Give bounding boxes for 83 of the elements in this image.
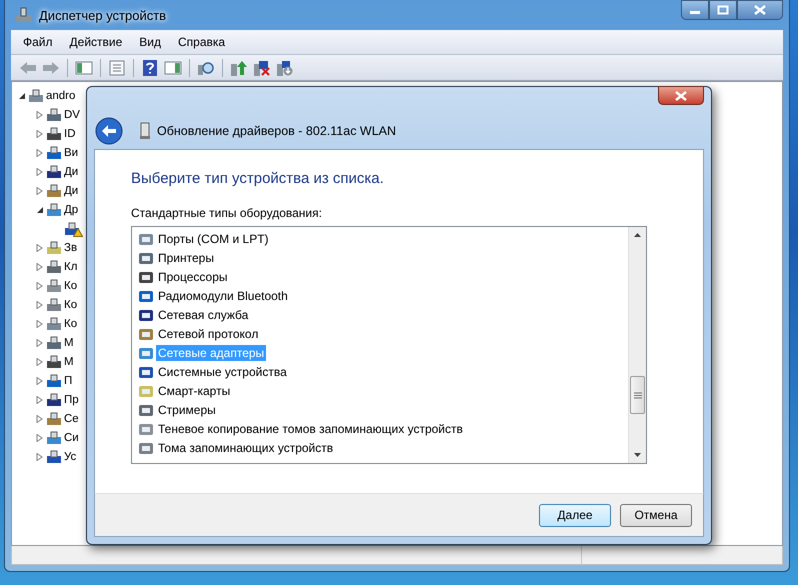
menu-item[interactable]: Действие xyxy=(70,35,122,49)
tree-item[interactable]: М xyxy=(64,336,74,348)
tree-item[interactable]: andro xyxy=(46,90,76,102)
tree-item[interactable]: М xyxy=(64,356,74,368)
list-item[interactable]: Сетевой протокол xyxy=(156,326,260,342)
list-item[interactable]: Теневое копирование томов запоминающих устройств xyxy=(156,420,465,436)
list-item[interactable]: Стримеры xyxy=(156,402,218,418)
close-button[interactable] xyxy=(737,0,783,20)
uninstall-icon[interactable] xyxy=(253,60,271,76)
list-item[interactable]: Смарт-карты xyxy=(156,382,232,398)
dialog-close-button[interactable] xyxy=(658,86,704,105)
action-pane-icon[interactable] xyxy=(164,60,182,76)
device-icon xyxy=(46,202,62,218)
back-arrow-icon[interactable] xyxy=(19,60,37,76)
update-driver-icon[interactable] xyxy=(230,60,248,76)
tree-item[interactable]: Си xyxy=(64,432,79,444)
tree-item[interactable]: Ко xyxy=(64,280,78,292)
tree-item[interactable]: Ко xyxy=(64,298,78,310)
scroll-thumb[interactable] xyxy=(630,376,645,414)
expander-icon[interactable] xyxy=(36,206,44,214)
close-icon xyxy=(754,5,766,15)
dialog-title: Обновление драйверов - 802.11ac WLAN xyxy=(157,124,396,138)
list-item[interactable]: Процессоры xyxy=(156,268,230,284)
expander-icon[interactable] xyxy=(18,92,26,100)
help-icon[interactable] xyxy=(141,60,159,76)
list-item[interactable]: Системные устройства xyxy=(156,364,289,380)
next-button[interactable]: Далее xyxy=(539,504,611,526)
list-item[interactable]: Принтеры xyxy=(156,250,216,266)
device-icon xyxy=(46,144,62,160)
cancel-button[interactable]: Отмена xyxy=(620,504,692,526)
scrollbar[interactable] xyxy=(628,227,646,463)
list-item[interactable]: Порты (COM и LPT) xyxy=(156,230,271,246)
device-manager-icon xyxy=(15,7,33,23)
device-icon xyxy=(46,296,62,312)
device-icon xyxy=(46,334,62,350)
device-icon xyxy=(46,106,62,122)
forward-arrow-icon[interactable] xyxy=(42,60,60,76)
maximize-button[interactable] xyxy=(709,0,737,20)
dialog-heading: Выберите тип устройства из списка. xyxy=(131,170,385,187)
tree-item[interactable]: Кл xyxy=(64,260,78,272)
tree-item[interactable]: Др xyxy=(64,204,78,216)
device-icon xyxy=(46,372,62,388)
tree-item[interactable]: Ви xyxy=(64,146,78,158)
device-icon xyxy=(46,240,62,256)
device-icon xyxy=(46,448,62,464)
disable-device-icon[interactable] xyxy=(276,60,294,76)
tree-item[interactable]: Ди xyxy=(64,166,78,178)
tree-item[interactable]: Ко xyxy=(64,318,78,330)
device-icon xyxy=(46,258,62,274)
tree-item[interactable]: ID xyxy=(64,128,76,140)
device-icon xyxy=(46,182,62,198)
list-item[interactable]: Тома запоминающих устройств xyxy=(156,440,336,456)
tree-item[interactable]: П xyxy=(64,374,72,386)
list-label: Стандартные типы оборудования: xyxy=(131,206,323,220)
menu-item[interactable]: Вид xyxy=(139,35,161,49)
device-icon xyxy=(46,278,62,294)
tree-item[interactable]: Ди xyxy=(64,184,78,196)
device-icon xyxy=(46,354,62,370)
tree-item[interactable]: DV xyxy=(64,108,80,120)
device-icon xyxy=(46,316,62,332)
device-icon xyxy=(46,430,62,446)
back-button[interactable] xyxy=(95,117,123,145)
device-icon xyxy=(139,122,151,140)
tree-item[interactable]: Се xyxy=(64,412,79,424)
tree-item[interactable]: Ус xyxy=(64,450,76,462)
device-icon xyxy=(46,410,62,426)
minimize-button[interactable] xyxy=(681,0,709,20)
tree-item[interactable]: Зв xyxy=(64,242,78,254)
menu-item[interactable]: Справка xyxy=(178,35,226,49)
device-icon xyxy=(46,126,62,142)
maximize-icon xyxy=(717,5,729,15)
close-icon xyxy=(675,90,687,100)
device-icon xyxy=(28,88,44,104)
device-icon xyxy=(46,392,62,408)
device-icon xyxy=(46,164,62,180)
menu-item[interactable]: Файл xyxy=(23,35,53,49)
console-tree-icon[interactable] xyxy=(75,60,93,76)
list-item[interactable]: Сетевая служба xyxy=(156,306,250,322)
list-item[interactable]: Радиомодули Bluetooth xyxy=(156,288,290,304)
window-title: Диспетчер устройств xyxy=(39,8,166,22)
properties-icon[interactable] xyxy=(108,60,126,76)
scan-hardware-icon[interactable] xyxy=(197,60,215,76)
tree-item[interactable]: Пр xyxy=(64,394,79,406)
